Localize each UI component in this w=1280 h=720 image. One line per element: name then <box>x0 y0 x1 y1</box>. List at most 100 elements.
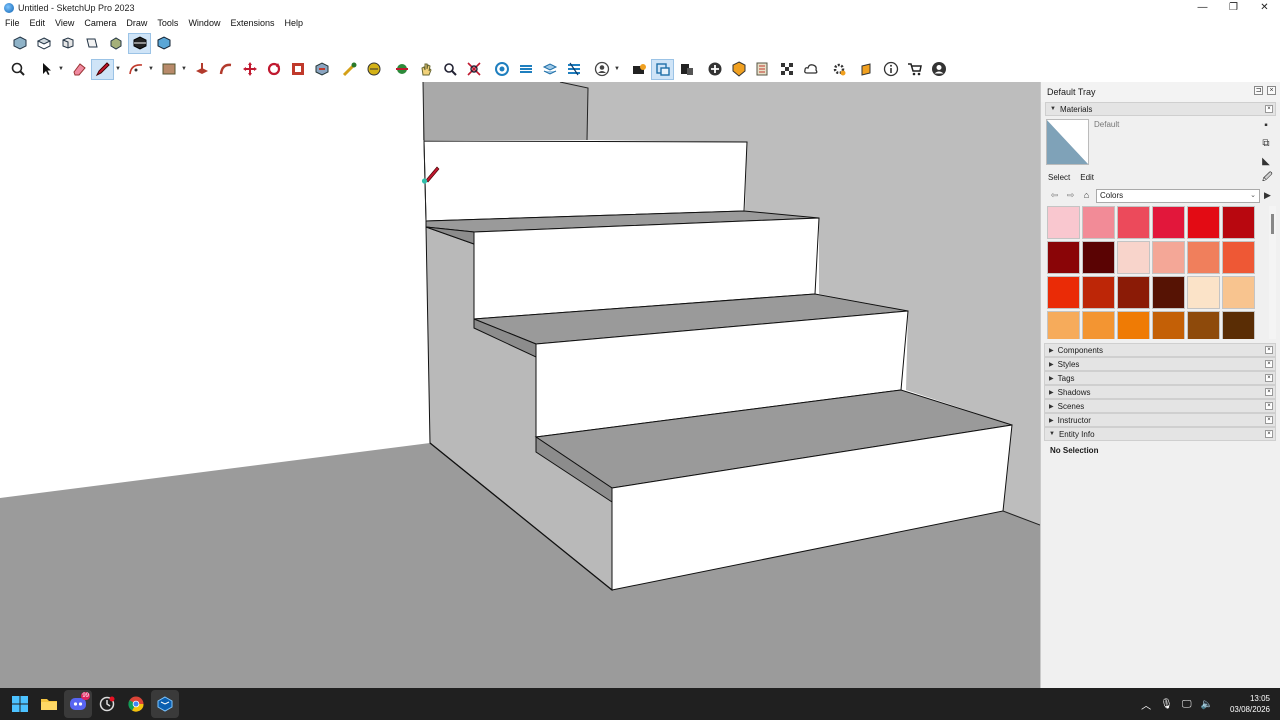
color-swatch[interactable] <box>1047 206 1080 239</box>
panel-shadows[interactable]: ▶ Shadows × <box>1044 385 1276 399</box>
rotate-icon[interactable] <box>262 59 285 80</box>
panel-styles[interactable]: ▶ Styles × <box>1044 357 1276 371</box>
model-viewport[interactable] <box>0 82 1040 688</box>
panel-tags[interactable]: ▶ Tags × <box>1044 371 1276 385</box>
color-swatch[interactable] <box>1082 311 1115 339</box>
color-swatch[interactable] <box>1187 241 1220 274</box>
solid-tools-icon[interactable] <box>775 59 798 80</box>
zoom-icon[interactable] <box>6 59 29 80</box>
pencil-line-icon[interactable] <box>91 58 114 80</box>
network-icon[interactable]: 🖵 <box>1182 699 1192 710</box>
swatch-scrollbar[interactable] <box>1269 206 1276 339</box>
iso-view-icon[interactable] <box>8 33 31 54</box>
scale-icon[interactable] <box>286 59 309 80</box>
offset-icon[interactable] <box>310 59 333 80</box>
menu-camera[interactable]: Camera <box>79 18 121 28</box>
info-icon[interactable] <box>879 59 902 80</box>
top-view-icon[interactable] <box>32 33 55 54</box>
tab-edit[interactable]: Edit <box>1080 172 1094 183</box>
arc-dropdown-icon[interactable]: ▼ <box>148 66 154 72</box>
push-pull-icon[interactable] <box>190 59 213 80</box>
panel-instructor[interactable]: ▶ Instructor × <box>1044 413 1276 427</box>
settings-icon[interactable] <box>827 59 850 80</box>
account-icon[interactable] <box>927 59 950 80</box>
rectangle-dropdown-icon[interactable]: ▼ <box>181 66 187 72</box>
menu-file[interactable]: File <box>0 18 25 28</box>
panel-entity-info[interactable]: ▼ Entity Info × <box>1044 427 1276 441</box>
create-material-icon[interactable]: ⧉ <box>1260 138 1272 150</box>
panel-close-icon[interactable]: × <box>1265 105 1273 113</box>
warehouse-icon[interactable] <box>627 59 650 80</box>
sketchup-taskbar-icon[interactable] <box>151 690 179 718</box>
select-dropdown-icon[interactable]: ▼ <box>58 66 64 72</box>
layout-icon[interactable] <box>675 59 698 80</box>
default-material-icon[interactable]: ◣ <box>1260 156 1272 168</box>
pan-icon[interactable] <box>414 59 437 80</box>
close-button[interactable]: ✕ <box>1249 0 1280 15</box>
tape-measure-icon[interactable] <box>338 59 361 80</box>
section-fill-icon[interactable] <box>538 59 561 80</box>
follow-me-icon[interactable] <box>214 59 237 80</box>
color-swatch[interactable] <box>1117 311 1150 339</box>
trimble-connect-icon[interactable] <box>727 59 750 80</box>
section-cuts-icon[interactable] <box>514 59 537 80</box>
paint-bucket-icon[interactable] <box>362 59 385 80</box>
move-icon[interactable] <box>238 59 261 80</box>
color-swatch[interactable] <box>1222 311 1255 339</box>
right-view-icon[interactable] <box>80 33 103 54</box>
color-swatch[interactable] <box>1187 311 1220 339</box>
material-name[interactable]: Default <box>1094 120 1119 129</box>
color-swatch[interactable] <box>1187 206 1220 239</box>
sample-paint-icon[interactable]: 🖉 <box>1262 170 1273 187</box>
bottom-view-icon[interactable] <box>152 33 175 54</box>
color-swatch[interactable] <box>1152 241 1185 274</box>
back-arrow-icon[interactable]: ⇦ <box>1048 189 1061 202</box>
zoom-window-icon[interactable] <box>438 59 461 80</box>
add-location-icon[interactable] <box>703 59 726 80</box>
sandbox-icon[interactable] <box>751 59 774 80</box>
volume-icon[interactable]: 🔈 <box>1201 699 1213 710</box>
section-plane-icon[interactable] <box>490 59 513 80</box>
color-swatch[interactable] <box>1222 206 1255 239</box>
chrome-icon[interactable] <box>122 690 150 718</box>
menu-extensions[interactable]: Extensions <box>225 18 279 28</box>
chevron-up-icon[interactable]: ︿ <box>1141 697 1151 712</box>
color-swatch[interactable] <box>1117 276 1150 309</box>
left-view-icon[interactable] <box>128 32 151 54</box>
menu-help[interactable]: Help <box>279 18 308 28</box>
color-swatch[interactable] <box>1082 241 1115 274</box>
file-explorer-icon[interactable] <box>35 690 63 718</box>
microphone-icon[interactable]: 🎙 <box>1160 699 1173 710</box>
home-icon[interactable]: ⌂ <box>1080 189 1093 202</box>
new-material-icon[interactable]: ▪ <box>1260 120 1272 132</box>
eraser-icon[interactable] <box>67 59 90 80</box>
cart-icon[interactable] <box>903 59 926 80</box>
menu-edit[interactable]: Edit <box>25 18 51 28</box>
menu-draw[interactable]: Draw <box>121 18 152 28</box>
select-icon[interactable] <box>34 59 57 80</box>
color-swatch[interactable] <box>1047 311 1080 339</box>
panel-materials[interactable]: ▼ Materials × <box>1045 102 1276 116</box>
tray-pin-icon[interactable]: ⊐ <box>1254 86 1263 95</box>
clock[interactable]: 13:05 03/08/2026 <box>1230 693 1270 715</box>
front-view-icon[interactable] <box>56 33 79 54</box>
line-dropdown-icon[interactable]: ▼ <box>115 66 121 72</box>
color-swatch[interactable] <box>1222 241 1255 274</box>
extension-warehouse-icon[interactable] <box>651 58 674 80</box>
rectangle-icon[interactable] <box>157 59 180 80</box>
tab-select[interactable]: Select <box>1048 172 1070 183</box>
panel-components[interactable]: ▶ Components × <box>1044 343 1276 357</box>
color-swatch[interactable] <box>1187 276 1220 309</box>
color-swatch[interactable] <box>1047 241 1080 274</box>
arc-icon[interactable] <box>124 59 147 80</box>
section-display-icon[interactable] <box>562 59 585 80</box>
orbit-icon[interactable] <box>390 59 413 80</box>
menu-view[interactable]: View <box>50 18 79 28</box>
color-swatch[interactable] <box>1152 206 1185 239</box>
color-swatch[interactable] <box>1152 311 1185 339</box>
library-select[interactable]: Colors ⌄ <box>1096 189 1260 203</box>
user-avatar-icon[interactable] <box>590 59 613 80</box>
staircase-model[interactable] <box>0 82 1040 688</box>
color-swatch[interactable] <box>1082 276 1115 309</box>
color-swatch[interactable] <box>1047 276 1080 309</box>
